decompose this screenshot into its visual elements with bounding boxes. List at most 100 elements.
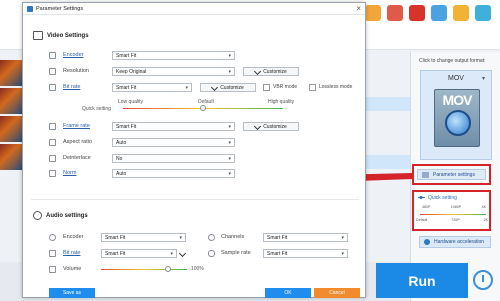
- quick-tick: 2K: [483, 218, 488, 222]
- aspect-ratio-select[interactable]: Auto: [112, 138, 235, 147]
- parameter-settings-button[interactable]: Parameter settings: [417, 169, 486, 180]
- toolbar-icon-d[interactable]: [431, 5, 447, 21]
- hardware-acceleration-label: Hardware acceleration: [434, 239, 485, 245]
- quick-tick: Default: [416, 218, 428, 222]
- video-icon: [33, 31, 43, 40]
- save-as-button[interactable]: Save as: [49, 288, 95, 298]
- aspect-ratio-icon: [49, 139, 56, 146]
- cancel-button[interactable]: Cancel: [314, 288, 360, 298]
- norm-icon: [49, 170, 56, 177]
- toolbar-icon-a[interactable]: [365, 5, 381, 21]
- quick-tick: 4K: [481, 205, 486, 209]
- default-quality-label: Default: [198, 99, 214, 105]
- resolution-select[interactable]: Keep Original: [112, 67, 235, 76]
- quick-bottom-ticks: Default 720P 2K: [416, 218, 488, 222]
- video-encoder-select[interactable]: Smart Fit: [112, 51, 235, 60]
- video-thumbnail[interactable]: [0, 144, 22, 170]
- video-encoder-row: Encoder Smart Fit: [23, 51, 365, 61]
- volume-icon: [49, 266, 56, 273]
- volume-slider[interactable]: [101, 266, 187, 272]
- volume-slider-knob[interactable]: [165, 266, 172, 272]
- video-settings-header: Video Settings: [33, 31, 89, 40]
- norm-row: Norm Auto: [23, 169, 365, 179]
- toolbar-icon-e[interactable]: [453, 5, 469, 21]
- output-format-caption: Click to change output format:: [419, 58, 486, 64]
- norm-select[interactable]: Auto: [112, 169, 235, 178]
- dialog-footer: Save as OK Cancel: [23, 286, 365, 299]
- toolbar-icon-c[interactable]: [409, 5, 425, 21]
- hardware-acceleration-button[interactable]: Hardware acceleration: [419, 236, 491, 248]
- sample-rate-select[interactable]: Smart Fit: [263, 249, 348, 258]
- run-button[interactable]: Run: [376, 263, 468, 298]
- framerate-icon: [49, 123, 56, 130]
- video-thumbnails: [0, 60, 22, 200]
- channels-select[interactable]: Smart Fit: [263, 233, 348, 242]
- video-bitrate-row: Bit rate Smart Fit Customize VBR mode Lo…: [23, 83, 365, 93]
- sample-rate-label: Sample rate: [221, 250, 251, 256]
- video-thumbnail[interactable]: [0, 88, 22, 114]
- encoder-icon: [49, 52, 56, 59]
- toolbar-icon-b[interactable]: [387, 5, 403, 21]
- volume-value: 100%: [191, 266, 204, 272]
- parameter-settings-label: Parameter settings: [433, 171, 475, 178]
- deinterlace-row: Deinterlace No: [23, 154, 365, 164]
- resolution-icon: [49, 68, 56, 75]
- quality-slider-knob[interactable]: [200, 105, 206, 111]
- resolution-customize-button[interactable]: Customize: [243, 67, 299, 76]
- bitrate-customize-button[interactable]: Customize: [200, 83, 256, 92]
- speaker-icon: [33, 211, 42, 220]
- param-button-highlight: Parameter settings: [412, 164, 491, 185]
- audio-encoder-select[interactable]: Smart Fit: [101, 233, 186, 242]
- selected-row-strip: [365, 97, 410, 111]
- quick-setting-slider[interactable]: [420, 214, 486, 215]
- chevron-down-icon: ▾: [481, 76, 485, 82]
- video-bitrate-select[interactable]: Smart Fit: [112, 83, 192, 92]
- pen-icon[interactable]: [178, 249, 187, 258]
- audio-bitrate-select[interactable]: Smart Fit: [101, 249, 177, 258]
- framerate-customize-button[interactable]: Customize: [243, 122, 299, 131]
- high-quality-label: High quality: [268, 99, 295, 105]
- audio-bitrate-label[interactable]: Bit rate: [63, 250, 80, 256]
- video-thumbnail[interactable]: [0, 60, 22, 86]
- alarm-clock-icon[interactable]: [473, 270, 493, 290]
- quick-setting-label: Quick setting: [428, 195, 457, 201]
- mov-format-icon: MOV: [434, 89, 480, 147]
- section-divider: [31, 199, 359, 200]
- framerate-row: Frame rate Smart Fit Customize: [23, 122, 365, 132]
- close-icon[interactable]: ×: [356, 4, 361, 13]
- customize-label: Customize: [220, 84, 244, 91]
- hardware-icon: [424, 239, 430, 245]
- quick-tick: 1080P: [450, 205, 462, 209]
- video-thumbnail[interactable]: [0, 116, 22, 142]
- sliders-icon: [422, 172, 429, 177]
- video-bitrate-label[interactable]: Bit rate: [63, 84, 80, 90]
- video-encoder-label[interactable]: Encoder: [63, 52, 84, 58]
- quick-setting-text: Quick setting: [82, 106, 111, 112]
- quick-setting-icon: [418, 196, 425, 199]
- framerate-select[interactable]: Smart Fit: [112, 122, 235, 131]
- aspect-ratio-label: Aspect ratio: [63, 139, 93, 145]
- pen-icon: [211, 83, 219, 92]
- deinterlace-select[interactable]: No: [112, 154, 235, 163]
- ok-button[interactable]: OK: [265, 288, 311, 298]
- toolbar-icon-f[interactable]: [475, 5, 491, 21]
- mov-icon-text: MOV: [442, 92, 473, 108]
- audio-row-2: Bit rate Smart Fit Sample rate Smart Fit: [23, 249, 365, 259]
- quality-slider[interactable]: [123, 105, 283, 111]
- quick-top-ticks: 480P 1080P 4K: [422, 205, 486, 209]
- quick-tick: 720P: [451, 218, 460, 222]
- vbr-mode-checkbox[interactable]: [263, 84, 270, 91]
- pen-icon: [254, 67, 262, 76]
- framerate-label[interactable]: Frame rate: [63, 123, 90, 129]
- video-settings-title: Video Settings: [47, 32, 89, 39]
- toolbar-icons: [365, 5, 491, 21]
- bitrate-icon: [49, 84, 56, 91]
- lossless-mode-checkbox[interactable]: [309, 84, 316, 91]
- output-format-selector[interactable]: MOV ▾ MOV: [420, 70, 492, 160]
- vbr-mode-label: VBR mode: [273, 84, 298, 90]
- output-format-name: MOV: [448, 75, 464, 82]
- low-quality-label: Low quality: [118, 99, 144, 105]
- channels-icon: [208, 234, 215, 241]
- norm-label[interactable]: Norm: [63, 170, 76, 176]
- dialog-titlebar: Parameter Settings ×: [23, 3, 365, 15]
